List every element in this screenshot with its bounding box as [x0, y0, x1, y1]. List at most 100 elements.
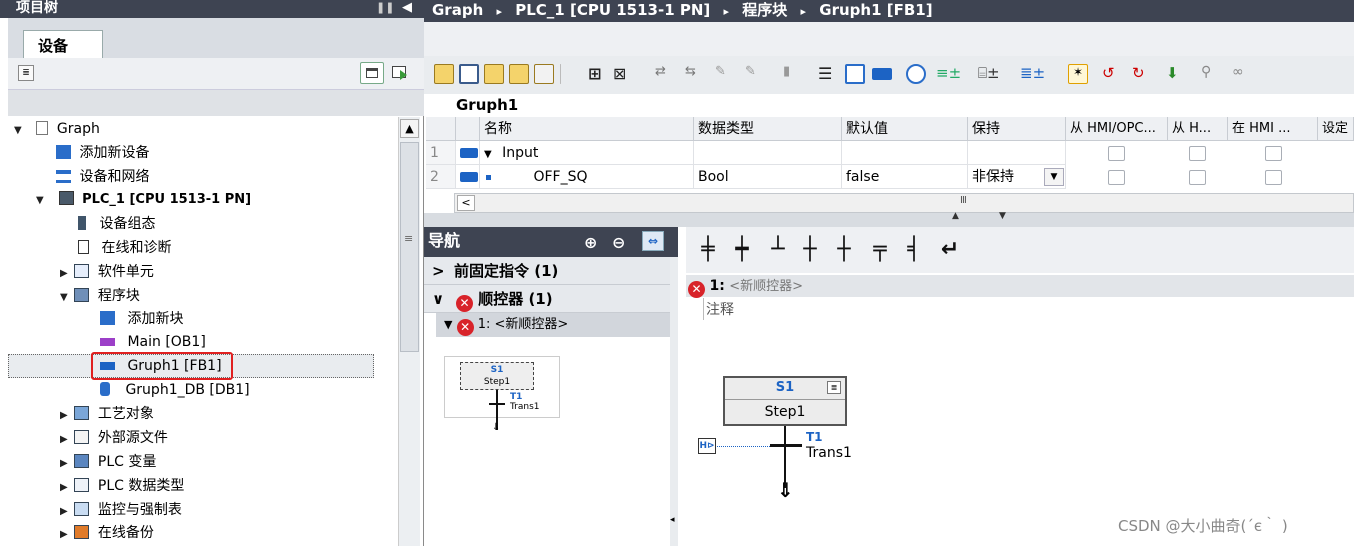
toolbar-monitor-icon[interactable]: ⌸±	[978, 64, 1000, 84]
tree-item-plc-tags[interactable]: ▶ PLC 变量	[60, 450, 426, 474]
transition-bar[interactable]	[770, 444, 802, 447]
tree-item-online-diag[interactable]: 在线和诊断	[78, 236, 444, 260]
splitter-down-icon[interactable]: ▼	[999, 211, 1006, 221]
col-header-default[interactable]: 默认值	[842, 117, 968, 141]
toolbar-block-icon[interactable]	[484, 64, 504, 84]
row-retain-cell[interactable]	[968, 141, 1066, 165]
expand-arrow-icon[interactable]: ▼	[444, 318, 452, 331]
tree-item-program-blocks[interactable]: ▼ 程序块	[60, 284, 426, 308]
tree-item-add-device[interactable]: 添加新设备	[56, 141, 422, 165]
toolbar-go-online-icon[interactable]: ↺	[1102, 64, 1122, 84]
row-default-cell[interactable]: false	[842, 165, 968, 189]
col-header-retain[interactable]: 保持	[968, 117, 1066, 141]
toolbar-arrow-icon[interactable]: ▮	[783, 64, 803, 84]
scroll-grip-icon[interactable]: Ⅲ	[960, 195, 967, 206]
expand-arrow-icon[interactable]: ▼	[60, 286, 70, 310]
nav-section-sequencer[interactable]: ∨ ✕ 顺控器 (1)	[424, 285, 678, 313]
expand-arrow-icon[interactable]: ▶	[60, 262, 70, 286]
collapse-pane-icon[interactable]: ◀	[402, 0, 412, 16]
expand-arrow-icon[interactable]: ▶	[60, 476, 70, 500]
hmi-opc-checkbox[interactable]	[1108, 170, 1125, 185]
in-hmi-checkbox[interactable]	[1265, 170, 1282, 185]
tree-item-device-config[interactable]: 设备组态	[78, 212, 444, 236]
from-h-checkbox[interactable]	[1189, 146, 1206, 161]
zoom-in-icon[interactable]: ⊕	[584, 229, 597, 257]
step-transition-icon[interactable]: ╪	[696, 237, 720, 263]
toolbar-download-icon[interactable]: ⬇	[1166, 64, 1186, 84]
toolbar-bar-icon[interactable]	[872, 68, 892, 80]
from-h-checkbox[interactable]	[1189, 170, 1206, 185]
col-header-name[interactable]: 名称	[480, 117, 694, 141]
return-icon[interactable]: ↵	[938, 237, 962, 263]
expand-arrow-icon[interactable]: ▶	[60, 452, 70, 476]
col-header-setpoint[interactable]: 设定	[1318, 117, 1354, 141]
expand-arrow-icon[interactable]: ▼	[36, 189, 46, 213]
scroll-left-button[interactable]: <	[457, 195, 475, 211]
open-window-icon[interactable]	[390, 62, 412, 84]
tree-item-watch-tables[interactable]: ▶ 监控与强制表	[60, 498, 426, 522]
toolbar-view-icon[interactable]	[459, 64, 479, 84]
step-s1[interactable]: S1 Step1 ≣	[723, 376, 847, 426]
toolbar-interface-icon[interactable]	[434, 64, 454, 84]
toolbar-swap-icon[interactable]: ⇄	[655, 64, 675, 84]
tab-devices[interactable]: 设备	[23, 30, 103, 58]
col-header-datatype[interactable]: 数据类型	[694, 117, 842, 141]
sim-branch-icon[interactable]: ╤	[868, 237, 892, 263]
splitter-grip-icon[interactable]: ≡	[404, 232, 413, 245]
scroll-up-button[interactable]: ▲	[400, 119, 419, 138]
tree-item-online-backups[interactable]: ▶ 在线备份	[60, 521, 426, 545]
in-hmi-checkbox[interactable]	[1265, 146, 1282, 161]
toolbar-go-offline-icon[interactable]: ↻	[1132, 64, 1152, 84]
breadcrumb-item[interactable]: 程序块	[742, 1, 787, 19]
tree-item-project[interactable]: ▼ Graph	[14, 117, 380, 141]
close-branch-icon[interactable]: ╡	[902, 237, 926, 263]
col-header-from-h[interactable]: 从 H...	[1168, 117, 1228, 141]
properties-icon[interactable]: ≣	[18, 65, 34, 81]
nav-sequencer-item[interactable]: ▼ ✕ 1: <新顺控器>	[436, 313, 678, 337]
row-name-cell[interactable]: ▼ Input	[480, 141, 694, 165]
toolbar-favorite-icon[interactable]: ≡±	[936, 64, 961, 84]
scroll-left-icon[interactable]: ◂	[670, 515, 675, 525]
row-name-cell[interactable]: OFF_SQ	[480, 165, 694, 189]
sequencer-comment[interactable]: 注释	[706, 299, 734, 319]
expand-arrow-icon[interactable]: ▼	[484, 149, 492, 160]
dropdown-arrow-icon[interactable]: ▼	[1044, 168, 1064, 186]
toolbar-ladder-icon[interactable]: ≣±	[1020, 64, 1045, 84]
scroll-thumb[interactable]	[400, 142, 419, 352]
expand-arrow-icon[interactable]: ▶	[60, 428, 70, 452]
pin-icon[interactable]: ❚❚	[376, 0, 394, 16]
splitter-up-icon[interactable]: ▲	[952, 211, 959, 221]
tree-item-plc-datatypes[interactable]: ▶ PLC 数据类型	[60, 474, 426, 498]
row-retain-cell[interactable]: 非保持 ▼	[968, 165, 1066, 189]
toolbar-window-icon[interactable]	[845, 64, 865, 84]
toolbar-glasses-icon[interactable]: ∞	[1232, 64, 1252, 84]
tree-item-software-units[interactable]: ▶ 软件单元	[60, 260, 426, 284]
toolbar-swap-x-icon[interactable]: ⇆	[685, 64, 705, 84]
col-header-in-hmi[interactable]: 在 HMI ...	[1228, 117, 1318, 141]
toolbar-network-icon[interactable]	[509, 64, 529, 84]
jump-icon[interactable]: ┼	[798, 237, 822, 263]
nav-scrollbar[interactable]: ◂	[670, 257, 678, 546]
col-header-hmi-opc[interactable]: 从 HMI/OPC...	[1066, 117, 1168, 141]
expand-arrow-icon[interactable]: ▶	[60, 523, 70, 547]
row-type-cell[interactable]: Bool	[694, 165, 842, 189]
tree-scrollbar[interactable]: ▲	[398, 117, 420, 546]
nav-section-pre-instructions[interactable]: > 前固定指令 (1)	[424, 257, 678, 285]
breadcrumb-item[interactable]: Gruph1 [FB1]	[819, 1, 932, 19]
breadcrumb-item[interactable]: Graph	[432, 1, 483, 19]
interface-hscrollbar[interactable]: < Ⅲ	[454, 193, 1354, 213]
alt-branch-icon[interactable]: ┼	[832, 237, 856, 263]
breadcrumb-item[interactable]: PLC_1 [CPU 1513-1 PN]	[515, 1, 710, 19]
horizontal-splitter[interactable]: ▲ ▼	[424, 211, 1354, 227]
expand-arrow-icon[interactable]: ▶	[60, 404, 70, 428]
toolbar-mail-icon[interactable]	[534, 64, 554, 84]
toolbar-insert-icon[interactable]: ⊞	[588, 64, 608, 84]
step-icon[interactable]: ┿	[730, 237, 754, 263]
tree-item-technology-objects[interactable]: ▶ 工艺对象	[60, 402, 426, 426]
toolbar-settings-icon[interactable]: ⚲	[1201, 64, 1221, 84]
expand-arrow-icon[interactable]: ▼	[14, 119, 24, 143]
transition-icon[interactable]: ┴	[766, 237, 790, 263]
expand-arrow-icon[interactable]: ∨	[432, 285, 444, 313]
condition-contact-icon[interactable]: H⊳	[698, 438, 716, 454]
tree-item-external-sources[interactable]: ▶ 外部源文件	[60, 426, 426, 450]
